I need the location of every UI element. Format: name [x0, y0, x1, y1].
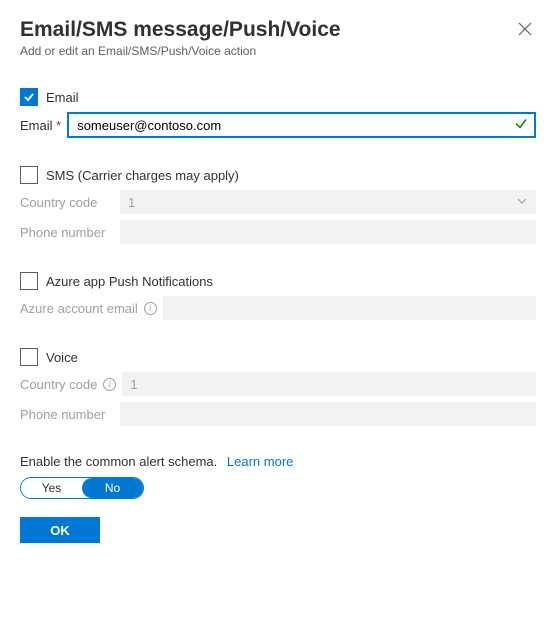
voice-country-label: Country code i	[20, 377, 116, 392]
sms-country-label: Country code	[20, 195, 114, 210]
chevron-down-icon	[516, 195, 528, 210]
close-button[interactable]	[514, 18, 536, 43]
sms-phone-label: Phone number	[20, 225, 114, 240]
voice-phone-label: Phone number	[20, 407, 114, 422]
email-input[interactable]	[67, 112, 536, 138]
ok-button[interactable]: OK	[20, 517, 100, 543]
voice-phone-input[interactable]	[120, 402, 536, 426]
toggle-no[interactable]: No	[82, 478, 143, 498]
email-field-label: Email *	[20, 118, 61, 133]
sms-checkbox-label: SMS (Carrier charges may apply)	[46, 168, 239, 183]
sms-checkbox[interactable]	[20, 166, 38, 184]
valid-check-icon	[514, 117, 528, 134]
info-icon[interactable]: i	[103, 378, 116, 391]
sms-country-select[interactable]: 1	[120, 190, 536, 214]
voice-country-input[interactable]: 1	[122, 372, 536, 396]
close-icon	[518, 22, 532, 36]
schema-text: Enable the common alert schema.	[20, 454, 217, 469]
voice-country-value: 1	[130, 377, 137, 392]
learn-more-link[interactable]: Learn more	[227, 454, 293, 469]
push-checkbox[interactable]	[20, 272, 38, 290]
sms-phone-input[interactable]	[120, 220, 536, 244]
panel-title: Email/SMS message/Push/Voice	[20, 18, 341, 42]
email-checkbox[interactable]	[20, 88, 38, 106]
push-checkbox-label: Azure app Push Notifications	[46, 274, 213, 289]
push-account-label: Azure account email i	[20, 301, 157, 316]
panel-subtitle: Add or edit an Email/SMS/Push/Voice acti…	[20, 44, 341, 58]
checkmark-icon	[23, 91, 35, 103]
push-account-input[interactable]	[163, 296, 536, 320]
schema-toggle[interactable]: Yes No	[20, 477, 144, 499]
email-checkbox-label: Email	[46, 90, 79, 105]
voice-checkbox-label: Voice	[46, 350, 78, 365]
info-icon[interactable]: i	[144, 302, 157, 315]
sms-country-value: 1	[128, 195, 135, 210]
voice-checkbox[interactable]	[20, 348, 38, 366]
toggle-yes[interactable]: Yes	[21, 478, 82, 498]
